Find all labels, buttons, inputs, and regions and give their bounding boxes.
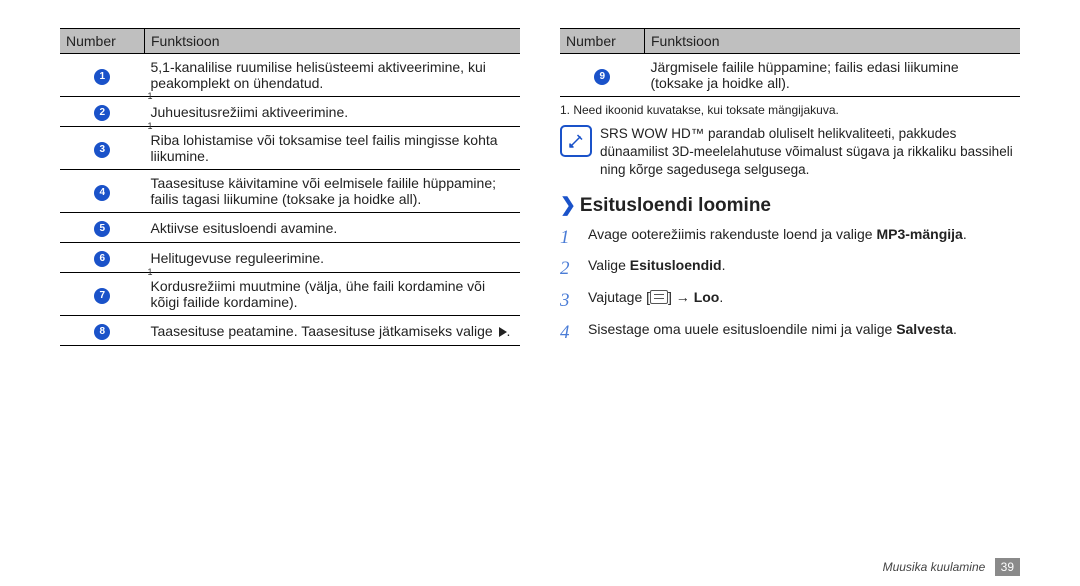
badge-4: 4 bbox=[94, 185, 110, 201]
badge-5: 5 bbox=[94, 221, 110, 237]
play-icon bbox=[499, 327, 507, 337]
sup-3: 1 bbox=[147, 121, 152, 131]
chevron-icon: ❯ bbox=[560, 195, 576, 216]
func-7: Kordusrežiimi muutmine (välja, ühe faili… bbox=[145, 273, 521, 316]
func-4: Taasesituse käivitamine või eelmisele fa… bbox=[145, 170, 521, 213]
step-num-1: 1 bbox=[560, 225, 578, 251]
func-8-suffix: . bbox=[507, 323, 511, 339]
step-4: Sisestage oma uuele esitusloendile nimi … bbox=[588, 320, 957, 339]
info-text: SRS WOW HD™ parandab oluliselt helikvali… bbox=[600, 125, 1020, 180]
col-function: Funktsioon bbox=[145, 29, 521, 54]
step-1: Avage ooterežiimis rakenduste loend ja v… bbox=[588, 225, 967, 244]
step-num-2: 2 bbox=[560, 256, 578, 282]
func-2: Juhuesitusrežiimi aktiveerimine. bbox=[145, 97, 521, 127]
left-function-table: Number Funktsioon 1 5,1-kanalilise ruumi… bbox=[60, 28, 520, 346]
col-function: Funktsioon bbox=[645, 29, 1021, 54]
badge-1: 1 bbox=[94, 69, 110, 85]
badge-2: 2 bbox=[94, 105, 110, 121]
steps-list: 1 Avage ooterežiimis rakenduste loend ja… bbox=[560, 225, 1020, 346]
step-num-3: 3 bbox=[560, 288, 578, 314]
footer: Muusika kuulamine 39 bbox=[883, 558, 1020, 576]
note-icon bbox=[560, 125, 592, 157]
func-5: Aktiivse esitusloendi avamine. bbox=[145, 213, 521, 243]
menu-icon bbox=[650, 290, 668, 304]
footer-section: Muusika kuulamine bbox=[883, 560, 986, 574]
col-number: Number bbox=[60, 29, 145, 54]
func-9: Järgmisele failile hüppamine; failis eda… bbox=[645, 54, 1021, 97]
step-2: Valige Esitusloendid. bbox=[588, 256, 725, 275]
heading-text: Esitusloendi loomine bbox=[580, 195, 771, 216]
badge-7: 7 bbox=[94, 288, 110, 304]
func-6: Helitugevuse reguleerimine. bbox=[145, 243, 521, 273]
col-number: Number bbox=[560, 29, 645, 54]
section-heading: ❯Esitusloendi loomine bbox=[560, 194, 1020, 217]
func-8-text: Taasesituse peatamine. Taasesituse jätka… bbox=[151, 323, 497, 339]
sup-7: 1 bbox=[147, 267, 152, 277]
right-function-table: Number Funktsioon 9 Järgmisele failile h… bbox=[560, 28, 1020, 97]
sup-2: 1 bbox=[147, 91, 152, 101]
func-8: Taasesituse peatamine. Taasesituse jätka… bbox=[145, 316, 521, 346]
badge-9: 9 bbox=[594, 69, 610, 85]
footnote: 1. Need ikoonid kuvatakse, kui toksate m… bbox=[560, 103, 1020, 117]
func-1: 5,1-kanalilise ruumilise helisüsteemi ak… bbox=[145, 54, 521, 97]
info-box: SRS WOW HD™ parandab oluliselt helikvali… bbox=[560, 125, 1020, 180]
step-3: Vajutage [] → Loo. bbox=[588, 288, 723, 307]
badge-8: 8 bbox=[94, 324, 110, 340]
badge-3: 3 bbox=[94, 142, 110, 158]
func-3: Riba lohistamise või toksamise teel fail… bbox=[145, 127, 521, 170]
page-number: 39 bbox=[995, 558, 1020, 576]
badge-6: 6 bbox=[94, 251, 110, 267]
step-num-4: 4 bbox=[560, 320, 578, 346]
